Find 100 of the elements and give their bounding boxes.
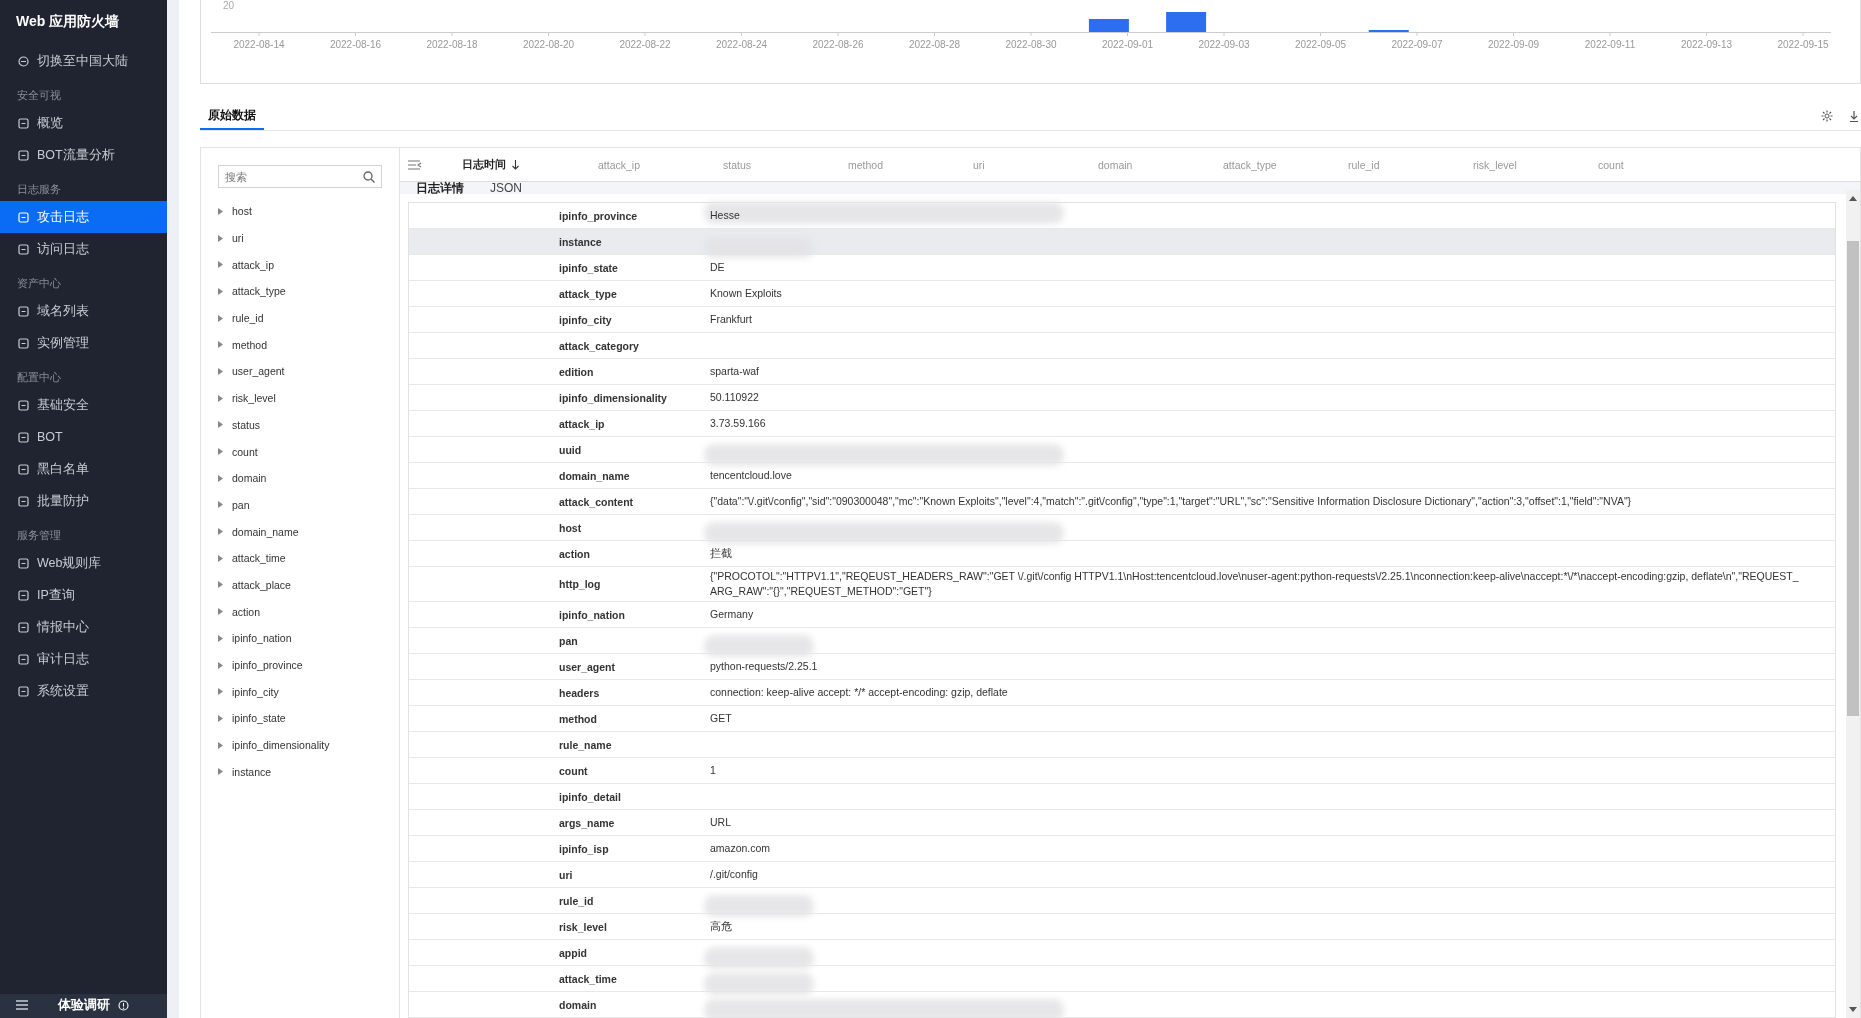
scroll-down-icon[interactable]	[1849, 1007, 1857, 1012]
field-value: /.git/config	[710, 868, 758, 880]
field-name: edition	[559, 365, 595, 378]
section-heading: 服务管理	[16, 528, 62, 543]
field-value: Frankfurt	[710, 313, 752, 325]
expand-triangle-icon[interactable]	[218, 661, 223, 669]
expand-triangle-icon[interactable]	[218, 367, 223, 375]
sidebar-item[interactable]: Web规则库	[0, 547, 167, 579]
column-header[interactable]: 日志时间	[462, 157, 598, 172]
expand-triangle-icon[interactable]	[218, 421, 223, 429]
field-value: GET	[710, 712, 732, 724]
search-field[interactable]: 搜索	[218, 165, 382, 188]
sidebar-item[interactable]: IP查询	[0, 579, 167, 611]
field-list-item[interactable]: rule_id	[218, 304, 382, 332]
field-list-item[interactable]: domain	[218, 464, 382, 492]
field-list-item[interactable]: attack_ip	[218, 251, 382, 279]
settings-icon[interactable]	[1821, 110, 1833, 122]
expand-triangle-icon[interactable]	[218, 688, 223, 696]
sidebar-item[interactable]: 实例管理	[0, 327, 167, 359]
field-list-item[interactable]: host	[218, 198, 382, 225]
expand-triangle-icon[interactable]	[218, 448, 223, 456]
field-list-item[interactable]: user_agent	[218, 358, 382, 385]
square-icon	[18, 463, 29, 475]
field-value: 高危	[710, 920, 732, 932]
scrollbar-thumb[interactable]	[1847, 241, 1859, 716]
field-name: domain	[559, 998, 598, 1011]
expand-triangle-icon[interactable]	[218, 394, 223, 402]
sidebar-item[interactable]: 系统设置	[0, 675, 167, 707]
sidebar-item[interactable]: 访问日志	[0, 233, 167, 265]
field-name: headers	[559, 686, 601, 699]
field-name: appid	[559, 946, 588, 959]
info-icon	[118, 999, 129, 1011]
expand-triangle-icon[interactable]	[218, 474, 223, 482]
column-menu-icon[interactable]	[408, 159, 422, 170]
expand-triangle-icon[interactable]	[218, 314, 223, 322]
field-list-item[interactable]: uri	[218, 224, 382, 252]
field-list-item[interactable]: action	[218, 598, 382, 625]
square-icon	[18, 589, 29, 601]
expand-triangle-icon[interactable]	[218, 608, 223, 616]
field-value: Known Exploits	[710, 287, 782, 299]
square-icon	[18, 431, 29, 443]
field-name: rule_name	[559, 738, 613, 751]
axis-date-label: 2022-09-03	[1198, 39, 1250, 50]
search-icon[interactable]	[363, 171, 375, 183]
field-list-item[interactable]: method	[218, 331, 382, 359]
field-name: action	[559, 547, 591, 560]
field-list-item[interactable]: count	[218, 438, 382, 465]
sidebar-item[interactable]: BOT流量分析	[0, 139, 167, 171]
expand-triangle-icon[interactable]	[218, 501, 223, 509]
field-list-item[interactable]: attack_place	[218, 571, 382, 599]
field-list-item[interactable]: ipinfo_nation	[218, 625, 382, 652]
scroll-up-icon[interactable]	[1849, 196, 1857, 201]
expand-triangle-icon[interactable]	[218, 261, 223, 269]
sidebar-item[interactable]: 基础安全	[0, 389, 167, 421]
field-list-item[interactable]: instance	[218, 758, 382, 786]
field-list-item[interactable]: domain_name	[218, 518, 382, 545]
field-list-item[interactable]: status	[218, 411, 382, 439]
field-list-item[interactable]: ipinfo_dimensionality	[218, 731, 382, 759]
expand-triangle-icon[interactable]	[218, 554, 223, 562]
field-list-item[interactable]: attack_time	[218, 544, 382, 572]
sidebar-item[interactable]: 概览	[0, 107, 167, 139]
tab[interactable]: 原始数据	[200, 107, 264, 130]
switch-region-link[interactable]: 切换至中国大陆	[0, 45, 167, 77]
field-name: pan	[559, 634, 579, 647]
survey-link[interactable]: 体验调研	[58, 996, 110, 1014]
field-list-item[interactable]: ipinfo_city	[218, 678, 382, 706]
field-name: ipinfo_state	[559, 261, 619, 274]
expand-triangle-icon[interactable]	[218, 741, 223, 749]
expand-triangle-icon[interactable]	[218, 207, 223, 215]
expand-triangle-icon[interactable]	[218, 341, 223, 349]
field-value: 50.110922	[710, 391, 759, 403]
field-list-item[interactable]: risk_level	[218, 384, 382, 412]
tab[interactable]: JSON	[490, 182, 522, 194]
field-list-item[interactable]: pan	[218, 491, 382, 519]
section-heading: 安全可视	[16, 88, 62, 103]
menu-icon[interactable]	[16, 1000, 28, 1010]
sidebar-item[interactable]: 域名列表	[0, 295, 167, 327]
sidebar-item[interactable]: 黑白名单	[0, 453, 167, 485]
field-list-item[interactable]: attack_type	[218, 278, 382, 305]
tab[interactable]: 日志详情	[416, 182, 464, 194]
expand-triangle-icon[interactable]	[218, 581, 223, 589]
expand-triangle-icon[interactable]	[218, 234, 223, 242]
sidebar-item[interactable]: BOT	[0, 421, 167, 453]
field-name: attack_type	[559, 287, 618, 300]
expand-triangle-icon[interactable]	[218, 714, 223, 722]
expand-triangle-icon[interactable]	[218, 768, 223, 776]
square-icon	[18, 337, 29, 349]
field-value: Hesse	[710, 209, 740, 221]
field-name: attack_category	[559, 339, 640, 352]
sidebar-item[interactable]: 攻击日志	[0, 201, 167, 233]
sidebar-item[interactable]: 情报中心	[0, 611, 167, 643]
sidebar-item[interactable]: 批量防护	[0, 485, 167, 517]
expand-triangle-icon[interactable]	[218, 528, 223, 536]
field-list-item[interactable]: ipinfo_province	[218, 651, 382, 679]
scrollbar[interactable]	[1846, 190, 1860, 1018]
download-icon[interactable]	[1849, 110, 1859, 122]
field-list-item[interactable]: ipinfo_state	[218, 705, 382, 732]
sidebar-item[interactable]: 审计日志	[0, 643, 167, 675]
expand-triangle-icon[interactable]	[218, 634, 223, 642]
expand-triangle-icon[interactable]	[218, 287, 223, 295]
